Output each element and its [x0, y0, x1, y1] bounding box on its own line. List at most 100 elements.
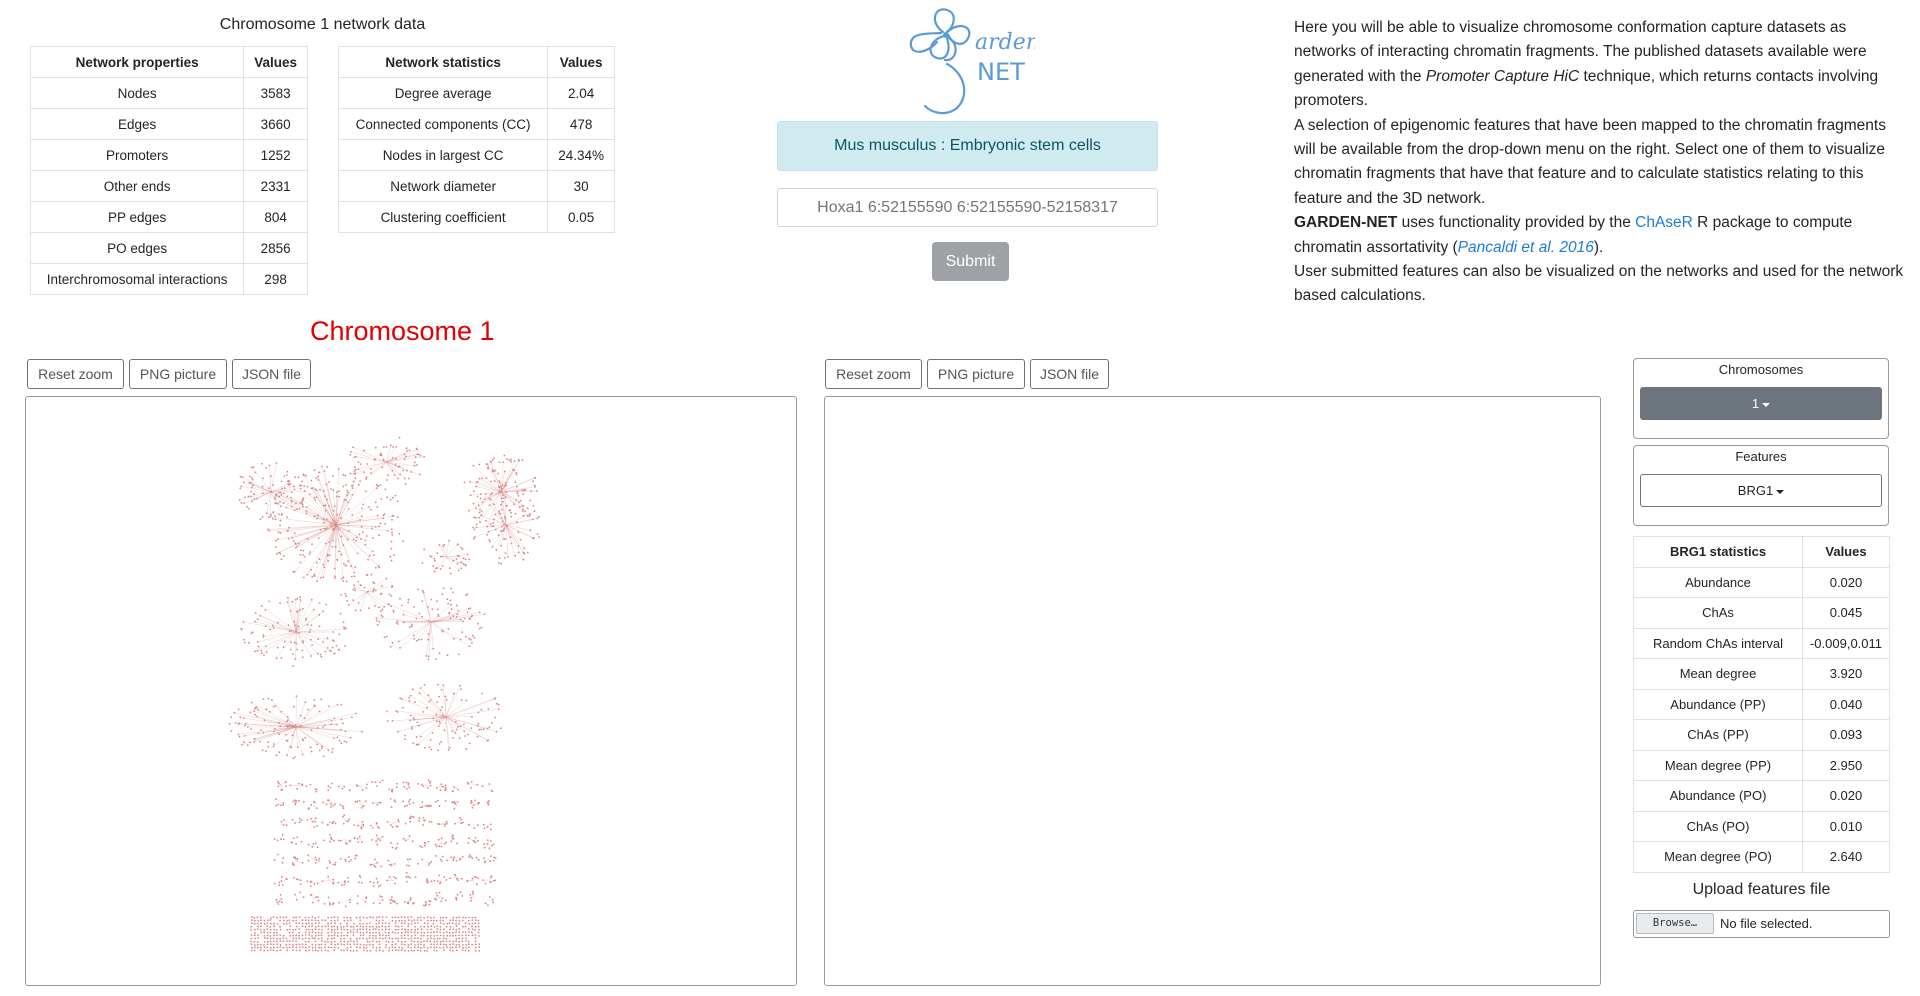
network-node [366, 917, 368, 919]
network-node [530, 490, 532, 492]
network-node [372, 934, 374, 937]
network-node [521, 510, 524, 512]
network-node [273, 838, 276, 841]
network-node [407, 950, 410, 952]
network-node [372, 881, 375, 884]
network-node [404, 483, 407, 485]
network-node [464, 558, 467, 561]
network-node [481, 785, 484, 788]
network-node [458, 928, 461, 931]
network-canvas[interactable] [25, 396, 797, 986]
network-node [509, 536, 512, 539]
network-node [391, 916, 394, 919]
network-node [405, 876, 408, 878]
network-node [475, 919, 477, 922]
browse-button[interactable]: Browse… [1636, 913, 1714, 934]
network-node [280, 493, 283, 496]
submit-button[interactable]: Submit [932, 242, 1009, 281]
png-picture-button[interactable]: PNG picture [927, 359, 1025, 389]
network-node [417, 946, 420, 949]
network-node [512, 468, 514, 471]
network-node [322, 490, 325, 492]
network-node [319, 488, 321, 491]
network-node [392, 446, 394, 448]
network-node [426, 931, 429, 934]
network-node [522, 551, 525, 554]
network-node [301, 938, 304, 940]
network-node [350, 565, 352, 568]
network-node [386, 496, 388, 499]
network-node [446, 859, 449, 862]
network-node [311, 931, 314, 933]
network-node [250, 925, 253, 928]
file-input[interactable]: Browse… No file selected. [1633, 910, 1890, 938]
network-node [296, 597, 299, 600]
network-node [438, 543, 441, 546]
network-node [440, 741, 443, 743]
network-node [374, 446, 377, 449]
network-node [529, 529, 532, 532]
png-picture-button[interactable]: PNG picture [129, 359, 227, 389]
network-node [329, 861, 331, 864]
network-node [449, 949, 451, 952]
network-node [456, 801, 459, 803]
network-node [281, 861, 284, 864]
network-node [276, 940, 278, 943]
network-node [330, 782, 333, 785]
table-header: Network properties [29, 46, 245, 78]
network-edge [270, 462, 277, 493]
network-node [350, 859, 352, 861]
json-file-button[interactable]: JSON file [232, 359, 311, 389]
feature-dropdown[interactable]: BRG1 [1640, 474, 1882, 507]
network-node [360, 525, 363, 528]
network-node [315, 489, 318, 492]
network-3d-canvas[interactable] [824, 396, 1601, 986]
reset-zoom-button[interactable]: Reset zoom [27, 359, 124, 389]
network-node [381, 615, 384, 618]
network-node [476, 495, 479, 498]
network-node [419, 943, 422, 946]
chaser-link[interactable]: ChAseR [1635, 214, 1693, 231]
network-node [429, 934, 432, 937]
upload-features-label: Upload features file [1692, 881, 1831, 898]
network-node [247, 495, 250, 498]
network-node [314, 940, 317, 943]
network-node [515, 473, 518, 476]
chromosome-dropdown[interactable]: 1 [1640, 387, 1882, 420]
network-node [433, 935, 436, 937]
network-node [386, 879, 389, 882]
network-node [327, 505, 330, 507]
network-node [458, 922, 460, 925]
network-node [412, 816, 414, 818]
network-node [344, 858, 347, 861]
citation-link[interactable]: Pancaldi et al. 2016 [1458, 239, 1594, 256]
json-file-button[interactable]: JSON file [1030, 359, 1109, 389]
reset-zoom-button[interactable]: Reset zoom [825, 359, 922, 389]
network-node [343, 928, 345, 931]
network-node [414, 944, 416, 946]
network-node [327, 481, 330, 483]
network-node [409, 897, 412, 899]
network-node [239, 475, 242, 478]
network-node [355, 455, 357, 458]
network-node [350, 946, 352, 948]
network-node [488, 726, 491, 729]
network-node [387, 931, 390, 934]
network-node [372, 537, 374, 539]
network-node [281, 884, 284, 886]
search-input[interactable] [777, 188, 1158, 227]
network-node [443, 876, 446, 878]
network-node [285, 943, 288, 946]
network-node [353, 571, 356, 574]
garden-net-logo[interactable]: arden NET [905, 2, 1040, 120]
network-node [279, 946, 282, 948]
network-node [321, 880, 324, 882]
network-node [437, 799, 439, 802]
network-node [344, 881, 347, 884]
network-node [250, 476, 253, 479]
network-node [314, 820, 316, 823]
network-node [455, 916, 458, 919]
network-node [279, 505, 282, 508]
network-node [242, 621, 245, 623]
network-node [263, 946, 266, 949]
